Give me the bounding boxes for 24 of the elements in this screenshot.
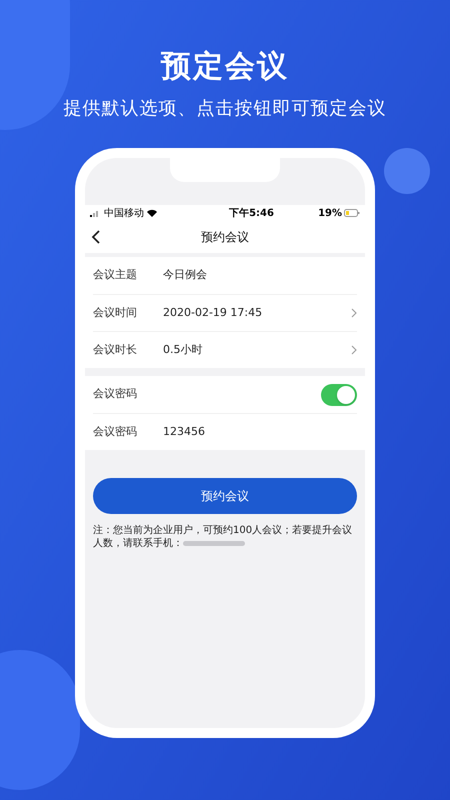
chevron-right-icon[interactable] — [351, 345, 357, 355]
field-value: 0.5小时 — [163, 342, 202, 358]
chevron-right-icon[interactable] — [351, 308, 357, 318]
headline: 预定会议 — [161, 48, 289, 86]
subheadline: 提供默认选项、点击按钮即可预定会议 — [64, 97, 386, 121]
blurred-phone-number — [183, 540, 245, 546]
back-icon[interactable] — [91, 230, 100, 244]
status-time: 下午5:46 — [228, 206, 274, 220]
field-label: 会议主题 — [93, 267, 137, 284]
note-text: 注：您当前为企业用户，可预约100人会议；若要提升会议人数，请联系手机： — [93, 524, 354, 550]
wifi-icon — [147, 209, 157, 217]
carrier-name: 中国移动 — [104, 206, 144, 220]
field-label: 会议时间 — [93, 304, 137, 321]
field-label: 会议时长 — [93, 342, 137, 358]
field-value: 123456 — [163, 424, 205, 440]
toggle-switch[interactable] — [321, 384, 357, 406]
field-value: 今日例会 — [163, 267, 207, 284]
field-label: 会议密码 — [93, 386, 137, 402]
field-label: 会议密码 — [93, 424, 137, 440]
page-title: 预约会议 — [201, 229, 249, 246]
battery-percent: 19% — [318, 206, 342, 220]
battery-icon — [344, 209, 360, 217]
field-value: 2020-02-19 17:45 — [163, 304, 262, 321]
book-meeting-button[interactable]: 预约会议 — [93, 478, 357, 514]
